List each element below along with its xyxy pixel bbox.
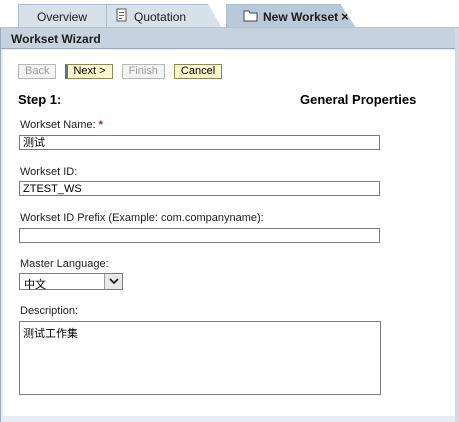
tab-strip: Overview Quotation New Workset × [0,0,459,28]
step-title: General Properties [300,92,417,107]
workset-id-field[interactable]: ZTEST_WS [19,181,380,196]
tab-overview[interactable]: Overview [18,4,118,28]
workset-id-prefix-label: Workset ID Prefix (Example: com.companyn… [20,212,264,224]
next-button[interactable]: Next > [65,64,113,79]
tab-quotation[interactable]: Quotation [106,4,222,28]
tab-quotation-label: Quotation [134,9,187,24]
chevron-down-icon[interactable] [104,274,122,289]
master-language-value: 中文 [24,279,46,291]
wizard-button-bar: Back Next > Finish Cancel [18,64,231,80]
close-icon[interactable]: × [341,9,349,24]
master-language-label: Master Language: [20,258,109,270]
back-button[interactable]: Back [18,64,57,79]
panel-edge [455,28,459,422]
workset-id-label: Workset ID: [20,166,78,178]
master-language-select[interactable]: 中文 [19,273,123,291]
workset-name-label-text: Workset Name: [20,119,96,131]
workset-id-prefix-field[interactable] [19,228,380,243]
document-icon [115,8,129,25]
cancel-button[interactable]: Cancel [173,64,223,79]
panel-title: Workset Wizard [1,28,459,49]
finish-button[interactable]: Finish [121,64,165,79]
description-label: Description: [20,305,79,317]
tab-overview-label: Overview [37,9,88,24]
workset-name-label: Workset Name: * [20,119,103,131]
description-textarea[interactable]: 测试工作集 [19,321,381,395]
step-label: Step 1: [18,92,62,107]
tab-new-workset-label: New Workset [263,9,339,24]
folder-icon [243,9,258,25]
required-marker: * [98,119,103,131]
tab-new-workset[interactable]: New Workset × [226,4,356,28]
workset-name-field[interactable]: 测试 [19,135,380,150]
